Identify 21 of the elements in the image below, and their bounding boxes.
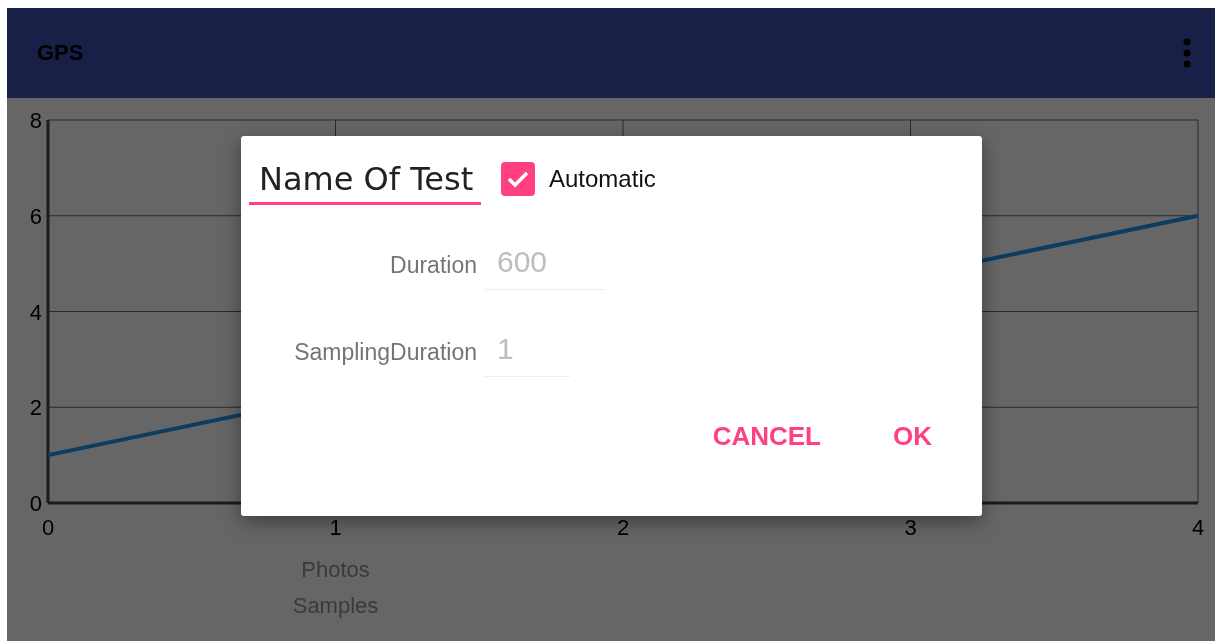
y-tick-label: 0 xyxy=(29,491,42,516)
dialog-button[interactable]: OK xyxy=(885,414,940,458)
x-tick-label: 3 xyxy=(904,515,917,540)
number-field[interactable]: 1 xyxy=(485,327,570,377)
check-icon xyxy=(506,169,530,189)
x-tick-label: 0 xyxy=(41,515,55,540)
dialog-button[interactable]: CANCEL xyxy=(704,414,829,458)
number-field[interactable]: 600 xyxy=(485,240,605,290)
y-tick-label: 6 xyxy=(29,203,42,229)
x-tick-label: 2 xyxy=(616,515,630,540)
y-tick-label: 4 xyxy=(29,299,42,325)
x-tick-label: 4 xyxy=(1191,515,1205,540)
checkbox-label: Automatic xyxy=(549,165,656,193)
checkbox[interactable] xyxy=(501,162,535,196)
y-tick-label: 8 xyxy=(29,108,42,133)
x-tick-label: 1 xyxy=(329,515,342,540)
app-title: GPS xyxy=(37,40,84,66)
y-tick-label: 2 xyxy=(29,395,42,421)
field-label: SamplingDuration xyxy=(293,338,477,366)
name-field[interactable]: Name Of Test xyxy=(249,153,481,205)
field-label: Duration xyxy=(389,251,477,279)
